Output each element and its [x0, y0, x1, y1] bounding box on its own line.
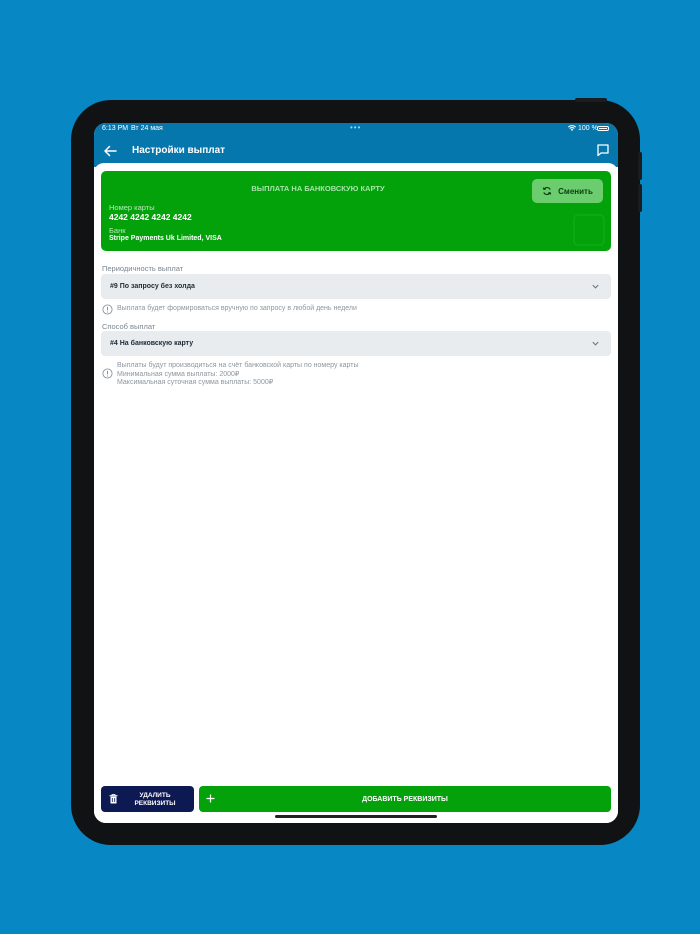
- frequency-selected-value: #9 По запросу без холда: [110, 283, 195, 290]
- info-icon: [102, 368, 113, 379]
- back-arrow-icon[interactable]: [103, 144, 117, 158]
- frequency-select[interactable]: #9 По запросу без холда: [101, 274, 611, 299]
- add-details-button[interactable]: ДОБАВИТЬ РЕКВИЗИТЫ: [199, 786, 611, 812]
- method-info-text: Выплаты будут производиться на счёт банк…: [117, 362, 358, 388]
- change-button-label: Сменить: [558, 186, 593, 196]
- status-date: Вт 24 мая: [131, 125, 163, 132]
- content-area: ВЫПЛАТА НА БАНКОВСКУЮ КАРТУ Сменить Номе…: [94, 163, 618, 823]
- status-bar: 6:13 PM Вт 24 мая ••• 100 %: [94, 123, 618, 136]
- add-details-label: ДОБАВИТЬ РЕКВИЗИТЫ: [362, 796, 448, 803]
- method-label: Способ выплат: [102, 322, 156, 331]
- bank-label: Банк: [109, 226, 126, 235]
- app-header: 6:13 PM Вт 24 мая ••• 100 % Настройки вы…: [94, 123, 618, 167]
- delete-label-line-1: УДАЛИТЬ: [139, 792, 171, 799]
- frequency-info-text: Выплата будет формироваться вручную по з…: [117, 305, 357, 312]
- refresh-icon: [542, 187, 552, 195]
- battery-percent: 100 %: [578, 125, 598, 132]
- method-info-line-1: Выплаты будут производиться на счёт банк…: [117, 362, 359, 369]
- payout-card: ВЫПЛАТА НА БАНКОВСКУЮ КАРТУ Сменить Номе…: [101, 171, 611, 251]
- wifi-icon: [568, 125, 576, 131]
- frequency-label: Периодичность выплат: [102, 264, 184, 273]
- page-title: Настройки выплат: [132, 145, 226, 156]
- method-info-line-2: Минимальная сумма выплаты: 2000₽: [117, 370, 240, 378]
- card-title: ВЫПЛАТА НА БАНКОВСКУЮ КАРТУ: [251, 184, 385, 193]
- method-info-line-3: Максимальная суточная сумма выплаты: 500…: [117, 379, 274, 387]
- screen: 6:13 PM Вт 24 мая ••• 100 % Настройки вы…: [94, 123, 618, 823]
- info-icon: [102, 304, 113, 315]
- volume-down-button: [638, 184, 642, 212]
- home-indicator[interactable]: [275, 815, 437, 818]
- status-time: 6:13 PM: [102, 125, 129, 132]
- power-button: [575, 98, 607, 102]
- bank-name: Stripe Payments Uk Limited, VISA: [109, 235, 222, 242]
- trash-icon: [109, 794, 118, 804]
- card-number-label: Номер карты: [109, 203, 155, 212]
- delete-label-line-2: РЕКВИЗИТЫ: [134, 800, 176, 807]
- volume-up-button: [638, 152, 642, 180]
- delete-details-label: УДАЛИТЬ РЕКВИЗИТЫ: [123, 792, 187, 808]
- method-select[interactable]: #4 На банковскую карту: [101, 331, 611, 356]
- delete-details-button[interactable]: УДАЛИТЬ РЕКВИЗИТЫ: [101, 786, 194, 812]
- change-button[interactable]: Сменить: [532, 179, 603, 203]
- chevron-down-icon: [592, 284, 599, 289]
- multitasking-dots-icon[interactable]: •••: [350, 123, 361, 132]
- chat-icon[interactable]: [596, 143, 610, 157]
- card-decoration-icon: [573, 214, 605, 246]
- card-number: 4242 4242 4242 4242: [109, 212, 192, 222]
- battery-icon: [597, 126, 609, 131]
- chevron-down-icon: [592, 341, 599, 346]
- method-selected-value: #4 На банковскую карту: [110, 340, 194, 347]
